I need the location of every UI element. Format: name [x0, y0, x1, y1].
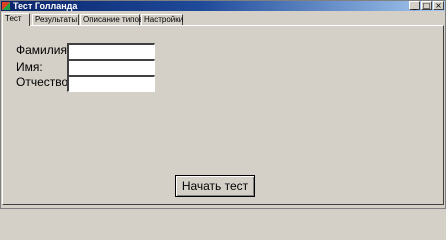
tab-results[interactable]: Результаты — [32, 14, 79, 25]
last-name-label: Фамилия: — [16, 43, 71, 57]
first-name-label: Имя: — [16, 60, 43, 74]
tab-settings[interactable]: Настройки — [141, 14, 183, 25]
title-bar[interactable]: Тест Голланда _ □ × — [1, 1, 445, 11]
first-name-field[interactable] — [67, 59, 155, 76]
last-name-field[interactable] — [67, 43, 155, 60]
start-test-button[interactable]: Начать тест — [175, 175, 255, 197]
test-panel: Фамилия: Имя: Отчество: Начать тест — [2, 25, 444, 205]
app-window: Тест Голланда _ □ × Тест Результаты Опис… — [0, 0, 446, 209]
minimize-button[interactable]: _ — [409, 1, 420, 10]
tab-test[interactable]: Тест — [2, 13, 30, 26]
tab-type-descriptions[interactable]: Описание типов — [80, 14, 143, 25]
patronymic-field[interactable] — [67, 75, 155, 92]
app-icon — [2, 2, 10, 10]
close-button[interactable]: × — [433, 1, 444, 10]
patronymic-label: Отчество: — [16, 75, 72, 89]
window-title: Тест Голланда — [13, 1, 78, 11]
maximize-button[interactable]: □ — [421, 1, 432, 10]
